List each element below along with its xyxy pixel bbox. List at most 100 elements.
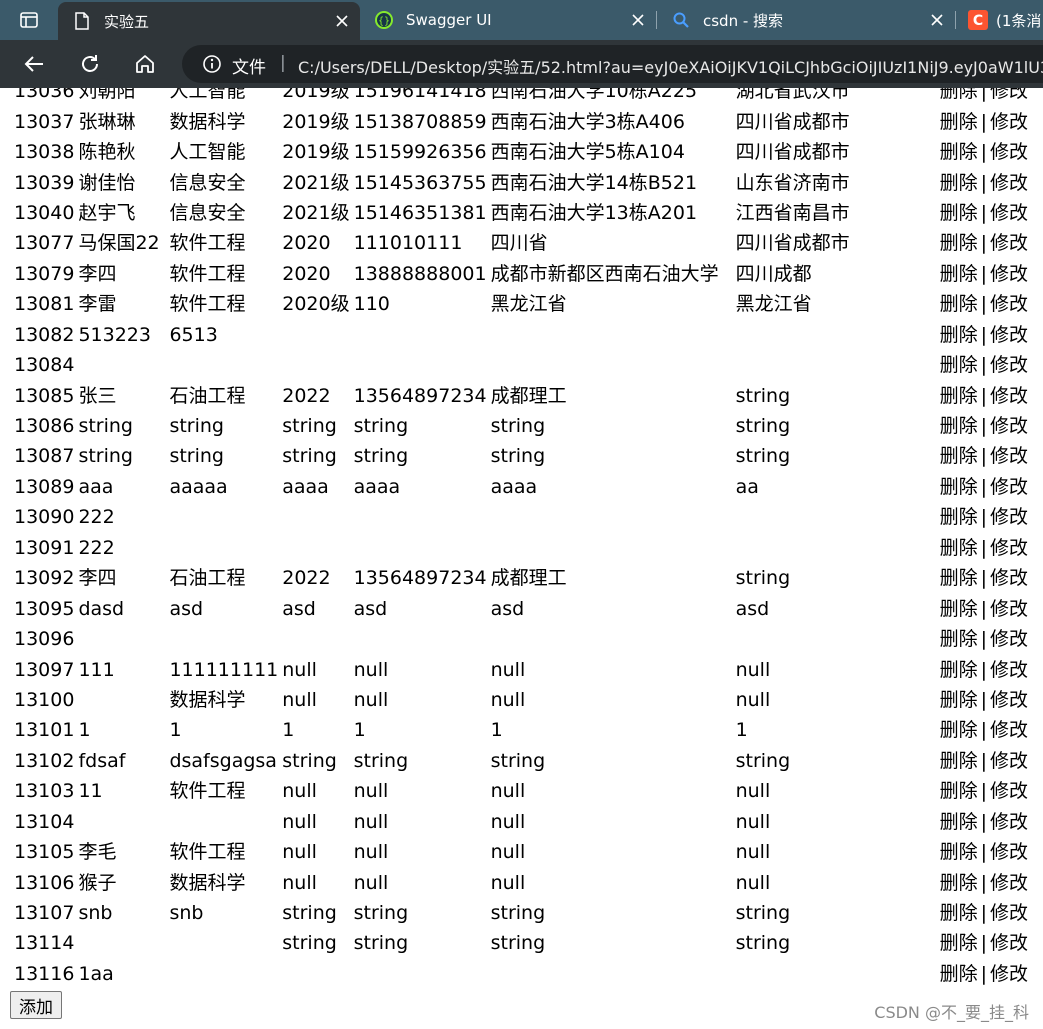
delete-link[interactable]: 删除	[940, 506, 978, 528]
edit-link[interactable]: 修改	[990, 598, 1028, 620]
delete-link[interactable]: 删除	[940, 872, 978, 894]
table-row: 13081 李雷 软件工程 2020级 110 黑龙江省 黑龙江省 删除 | 修改	[12, 289, 1042, 319]
tab-csdn-messages[interactable]: C (1条消	[956, 0, 1043, 40]
delete-link[interactable]: 删除	[940, 476, 978, 498]
edit-link[interactable]: 修改	[990, 263, 1028, 285]
delete-link[interactable]: 删除	[940, 567, 978, 589]
edit-link[interactable]: 修改	[990, 506, 1028, 528]
edit-link[interactable]: 修改	[990, 567, 1028, 589]
edit-link[interactable]: 修改	[990, 537, 1028, 559]
edit-link[interactable]: 修改	[990, 963, 1028, 985]
url-text[interactable]: C:/Users/DELL/Desktop/实验五/52.html?au=eyJ…	[298, 54, 1043, 78]
delete-link[interactable]: 删除	[940, 88, 978, 102]
reload-button[interactable]	[74, 48, 106, 80]
student-name-cell: 李雷	[78, 293, 117, 316]
edit-link[interactable]: 修改	[990, 719, 1028, 741]
delete-link[interactable]: 删除	[940, 324, 978, 346]
info-icon[interactable]	[202, 54, 222, 74]
action-separator: |	[980, 141, 988, 164]
delete-link[interactable]: 删除	[940, 232, 978, 254]
delete-link[interactable]: 删除	[940, 811, 978, 833]
close-tab-icon[interactable]	[628, 10, 648, 30]
edit-link[interactable]: 修改	[990, 476, 1028, 498]
delete-link[interactable]: 删除	[940, 354, 978, 376]
grade-cell: 2021级	[282, 171, 350, 194]
row-actions-cell: 删除 | 修改	[938, 533, 1042, 563]
delete-link[interactable]: 删除	[940, 293, 978, 315]
delete-link[interactable]: 删除	[940, 598, 978, 620]
action-separator: |	[980, 841, 988, 864]
delete-link[interactable]: 删除	[940, 780, 978, 802]
major-cell: 软件工程	[169, 262, 246, 285]
table-row: 13116 1aa 删除 | 修改	[12, 959, 1042, 989]
student-id-cell: 13037	[14, 110, 75, 133]
major-cell: 软件工程	[169, 780, 246, 803]
edit-link[interactable]: 修改	[990, 780, 1028, 802]
dorm-address-cell: 1	[490, 719, 503, 742]
edit-link[interactable]: 修改	[990, 141, 1028, 163]
delete-link[interactable]: 删除	[940, 963, 978, 985]
student-id-cell: 13106	[14, 871, 75, 894]
grade-cell: 2020	[282, 232, 331, 255]
delete-link[interactable]: 删除	[940, 141, 978, 163]
student-id-cell: 13096	[14, 628, 75, 651]
edit-link[interactable]: 修改	[990, 932, 1028, 954]
edit-link[interactable]: 修改	[990, 172, 1028, 194]
delete-link[interactable]: 删除	[940, 932, 978, 954]
major-cell	[167, 502, 280, 532]
edit-link[interactable]: 修改	[990, 232, 1028, 254]
edit-link[interactable]: 修改	[990, 902, 1028, 924]
edit-link[interactable]: 修改	[990, 659, 1028, 681]
delete-link[interactable]: 删除	[940, 385, 978, 407]
edit-link[interactable]: 修改	[990, 111, 1028, 133]
close-tab-icon[interactable]	[927, 10, 947, 30]
delete-link[interactable]: 删除	[940, 750, 978, 772]
tab-actions-button[interactable]	[0, 0, 58, 40]
edit-link[interactable]: 修改	[990, 324, 1028, 346]
home-button[interactable]	[129, 48, 161, 80]
edit-link[interactable]: 修改	[990, 293, 1028, 315]
edit-link[interactable]: 修改	[990, 415, 1028, 437]
delete-link[interactable]: 删除	[940, 415, 978, 437]
edit-link[interactable]: 修改	[990, 750, 1028, 772]
address-bar[interactable]: 文件 | C:/Users/DELL/Desktop/实验五/52.html?a…	[182, 45, 1043, 83]
student-id-cell: 13038	[14, 141, 75, 164]
delete-link[interactable]: 删除	[940, 659, 978, 681]
add-button[interactable]: 添加	[10, 991, 62, 1019]
edit-link[interactable]: 修改	[990, 841, 1028, 863]
delete-link[interactable]: 删除	[940, 202, 978, 224]
delete-link[interactable]: 删除	[940, 628, 978, 650]
hometown-cell: null	[735, 810, 771, 833]
edit-link[interactable]: 修改	[990, 872, 1028, 894]
edit-link[interactable]: 修改	[990, 354, 1028, 376]
edit-link[interactable]: 修改	[990, 811, 1028, 833]
back-button[interactable]	[18, 48, 50, 80]
delete-link[interactable]: 删除	[940, 172, 978, 194]
delete-link[interactable]: 删除	[940, 902, 978, 924]
edit-link[interactable]: 修改	[990, 88, 1028, 102]
student-name-cell	[76, 350, 167, 380]
table-row: 13107 snb snb string string string strin…	[12, 898, 1042, 928]
table-row: 13096 删除 | 修改	[12, 624, 1042, 654]
close-tab-icon[interactable]	[332, 11, 352, 31]
tab-csdn-search[interactable]: csdn - 搜索	[657, 0, 955, 40]
phone-cell: 15159926356	[353, 141, 487, 164]
grade-cell: null	[282, 871, 317, 894]
edit-link[interactable]: 修改	[990, 202, 1028, 224]
edit-link[interactable]: 修改	[990, 689, 1028, 711]
delete-link[interactable]: 删除	[940, 263, 978, 285]
action-separator: |	[980, 110, 988, 133]
tab-swagger-ui[interactable]: {} Swagger UI	[360, 0, 656, 40]
edit-link[interactable]: 修改	[990, 445, 1028, 467]
tab-experiment-five[interactable]: 实验五	[58, 2, 360, 40]
delete-link[interactable]: 删除	[940, 111, 978, 133]
delete-link[interactable]: 删除	[940, 719, 978, 741]
delete-link[interactable]: 删除	[940, 841, 978, 863]
delete-link[interactable]: 删除	[940, 689, 978, 711]
grade-cell	[280, 350, 351, 380]
student-name-cell: 张琳琳	[78, 110, 136, 133]
delete-link[interactable]: 删除	[940, 537, 978, 559]
edit-link[interactable]: 修改	[990, 628, 1028, 650]
edit-link[interactable]: 修改	[990, 385, 1028, 407]
delete-link[interactable]: 删除	[940, 445, 978, 467]
